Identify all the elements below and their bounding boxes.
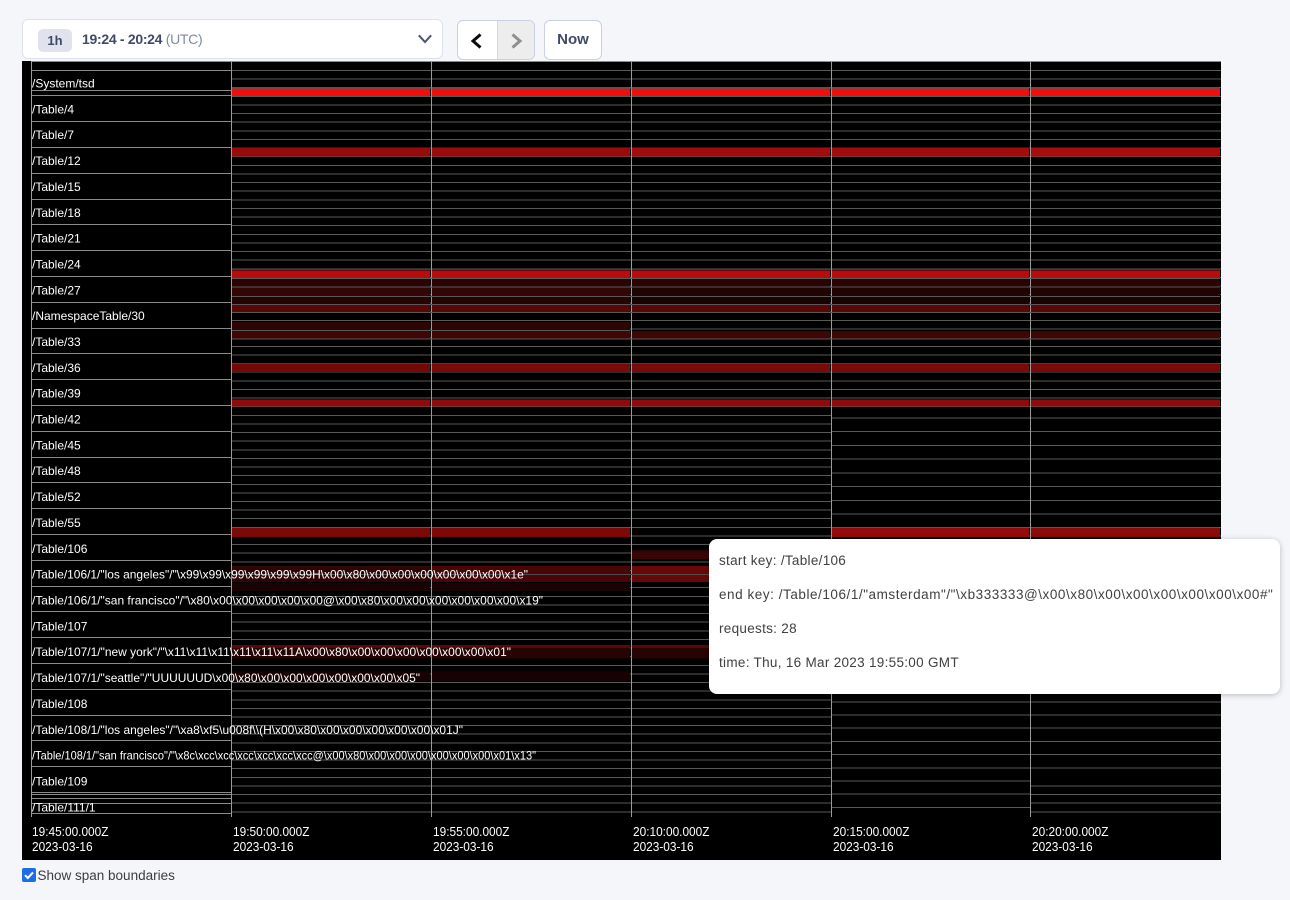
svg-text:/Table/106/1/"san francisco"/": /Table/106/1/"san francisco"/"\x80\x00\x… (32, 594, 543, 608)
svg-text:/Table/45: /Table/45 (32, 438, 81, 452)
svg-text:/Table/27: /Table/27 (32, 283, 81, 297)
svg-text:2023-03-16: 2023-03-16 (32, 839, 93, 854)
svg-text:/Table/106: /Table/106 (32, 542, 88, 556)
svg-text:/Table/15: /Table/15 (32, 180, 81, 194)
svg-text:/Table/4: /Table/4 (32, 102, 74, 116)
svg-text:/Table/108/1/"san francisco"/": /Table/108/1/"san francisco"/"\x8c\xcc\x… (32, 749, 536, 763)
svg-text:20:20:00.000Z: 20:20:00.000Z (1032, 824, 1109, 839)
svg-text:/Table/7: /Table/7 (32, 128, 74, 142)
svg-text:/Table/107: /Table/107 (32, 619, 88, 633)
svg-text:/NamespaceTable/30: /NamespaceTable/30 (32, 309, 145, 323)
svg-text:/Table/106/1/"los angeles"/"\x: /Table/106/1/"los angeles"/"\x99\x99\x99… (32, 568, 528, 582)
svg-text:/Table/12: /Table/12 (32, 154, 81, 168)
svg-text:2023-03-16: 2023-03-16 (633, 839, 694, 854)
svg-text:/Table/108/1/"los angeles"/"\x: /Table/108/1/"los angeles"/"\xa8\xf5\u00… (32, 723, 463, 737)
svg-text:/Table/107/1/"new york"/"\x11\: /Table/107/1/"new york"/"\x11\x11\x11\x1… (32, 645, 511, 659)
svg-text:/Table/55: /Table/55 (32, 516, 81, 530)
svg-text:2023-03-16: 2023-03-16 (833, 839, 894, 854)
svg-text:2023-03-16: 2023-03-16 (433, 839, 494, 854)
svg-text:/Table/33: /Table/33 (32, 335, 81, 349)
svg-text:2023-03-16: 2023-03-16 (1032, 839, 1093, 854)
svg-text:/Table/109: /Table/109 (32, 775, 88, 789)
svg-text:2023-03-16: 2023-03-16 (233, 839, 294, 854)
svg-text:20:15:00.000Z: 20:15:00.000Z (833, 824, 910, 839)
svg-text:/Table/36: /Table/36 (32, 361, 81, 375)
svg-text:/Table/52: /Table/52 (32, 490, 81, 504)
svg-text:/System/tsd: /System/tsd (32, 77, 95, 91)
svg-text:19:50:00.000Z: 19:50:00.000Z (233, 824, 310, 839)
svg-text:/Table/111/1: /Table/111/1 (32, 800, 96, 814)
svg-text:/Table/24: /Table/24 (32, 257, 81, 271)
svg-text:/Table/108: /Table/108 (32, 697, 88, 711)
svg-text:/Table/18: /Table/18 (32, 206, 81, 220)
svg-text:19:45:00.000Z: 19:45:00.000Z (32, 824, 109, 839)
svg-text:/Table/107/1/"seattle"/"UUUUUU: /Table/107/1/"seattle"/"UUUUUUD\x00\x80\… (32, 671, 420, 685)
svg-text:19:55:00.000Z: 19:55:00.000Z (433, 824, 510, 839)
svg-text:/Table/42: /Table/42 (32, 413, 81, 427)
svg-text:/Table/21: /Table/21 (32, 232, 81, 246)
svg-text:/Table/39: /Table/39 (32, 387, 81, 401)
svg-text:/Table/48: /Table/48 (32, 464, 81, 478)
svg-text:20:10:00.000Z: 20:10:00.000Z (633, 824, 710, 839)
